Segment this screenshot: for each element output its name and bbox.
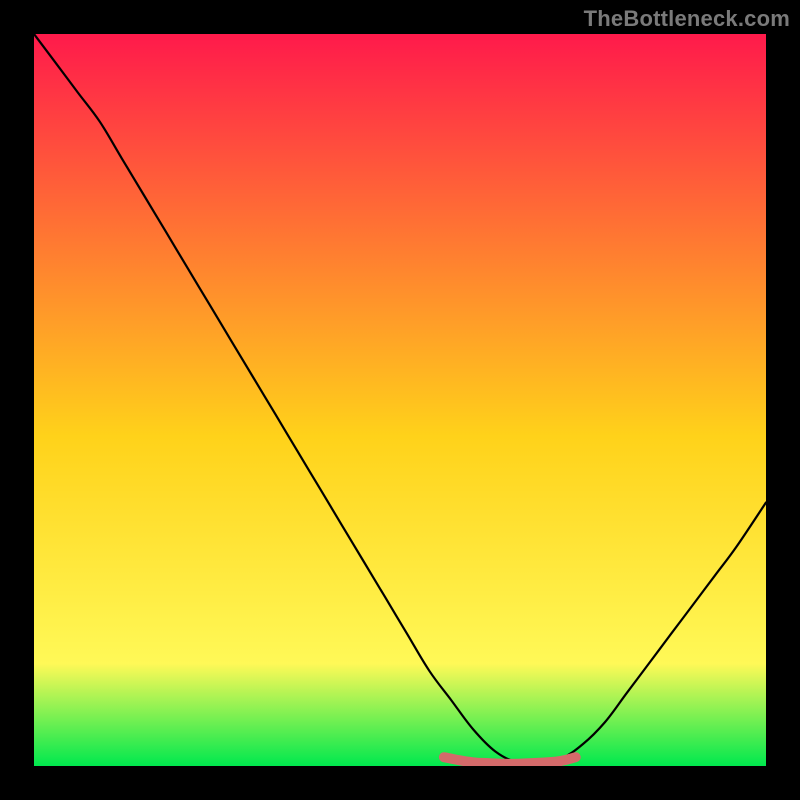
watermark-text: TheBottleneck.com <box>584 6 790 32</box>
chart-frame: TheBottleneck.com <box>0 0 800 800</box>
bottleneck-plot <box>34 34 766 766</box>
gradient-background <box>34 34 766 766</box>
